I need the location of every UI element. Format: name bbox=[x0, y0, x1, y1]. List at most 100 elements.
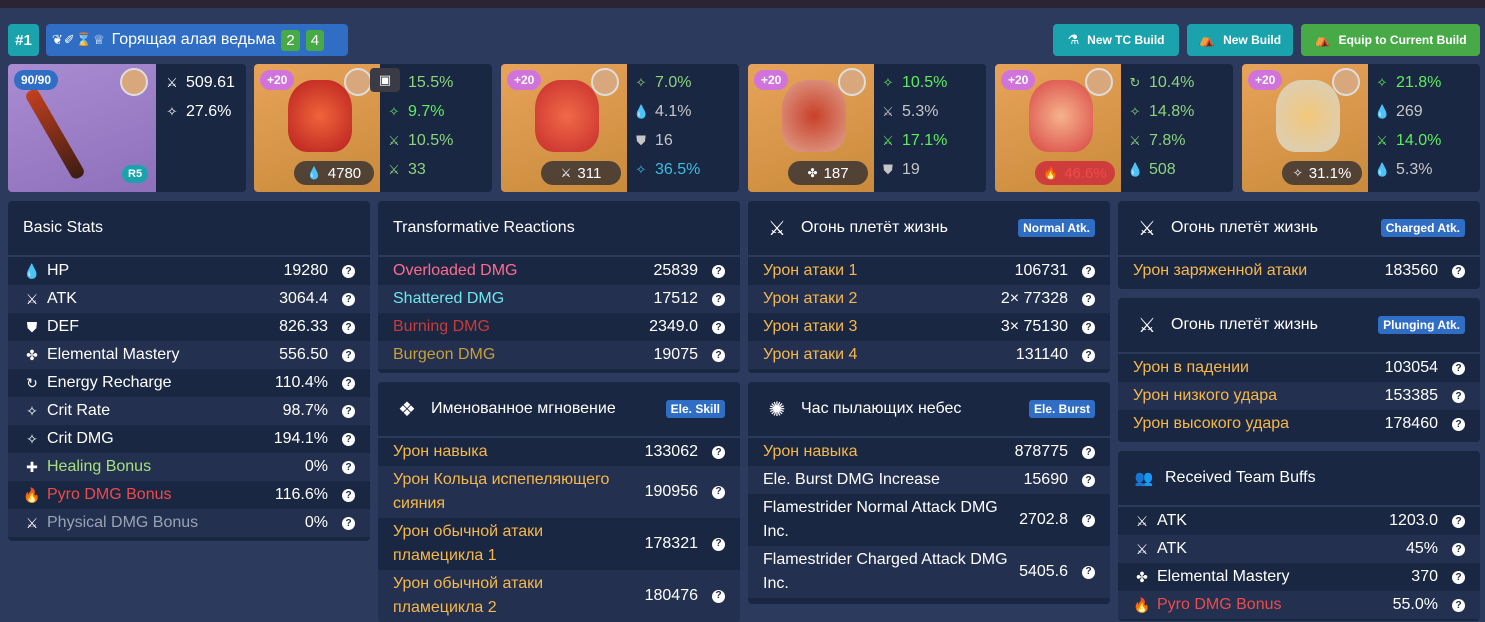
panel-title: Received Team Buffs bbox=[1165, 469, 1316, 486]
help-icon[interactable]: ? bbox=[712, 445, 725, 459]
stat-icon: ✧ bbox=[1376, 74, 1388, 90]
help-icon[interactable]: ? bbox=[342, 404, 355, 418]
stat-icon: ✚ bbox=[26, 458, 38, 475]
help-icon[interactable]: ? bbox=[1082, 473, 1095, 487]
briefcase-icon[interactable]: ▣ bbox=[370, 68, 400, 92]
help-icon[interactable]: ? bbox=[342, 460, 355, 474]
stat-value: 25839 bbox=[653, 262, 699, 279]
help-icon[interactable]: ? bbox=[712, 537, 725, 551]
help-icon[interactable]: ? bbox=[342, 376, 355, 390]
help-icon[interactable]: ? bbox=[1082, 565, 1095, 579]
panel-title: Огонь плетёт жизнь bbox=[1171, 316, 1318, 333]
artifact-level: +20 bbox=[1248, 70, 1283, 90]
stat-row: ⚔ ATK 45%? bbox=[1118, 535, 1480, 563]
stat-icon: 🔥 bbox=[1133, 596, 1151, 613]
stat-icon: ↻ bbox=[26, 374, 38, 391]
stat-label: HP bbox=[47, 262, 70, 279]
help-icon[interactable]: ? bbox=[1082, 264, 1095, 278]
help-icon[interactable]: ? bbox=[1082, 445, 1095, 459]
stat-value: 190956 bbox=[644, 483, 698, 500]
set-count-2: 2 bbox=[281, 29, 300, 51]
artifact-card[interactable]: +20 🔥 46.6% ↻ 10.4% ✧ 14.8% ⚔ 7.8% 💧 508 bbox=[995, 64, 1233, 192]
stat-label: Flamestrider Charged Attack DMG Inc. bbox=[763, 551, 1008, 592]
help-icon[interactable]: ? bbox=[1082, 348, 1095, 362]
artifact-main-stat: ⚔ 311 bbox=[541, 161, 621, 185]
stat-row: ✤ Elemental Mastery 370? bbox=[1118, 563, 1480, 591]
help-icon[interactable]: ? bbox=[1452, 570, 1465, 584]
artifact-level: +20 bbox=[1001, 70, 1036, 90]
help-icon[interactable]: ? bbox=[342, 432, 355, 446]
help-icon[interactable]: ? bbox=[1452, 417, 1465, 431]
set-count-4: 4 bbox=[305, 29, 325, 51]
character-avatar bbox=[120, 68, 148, 96]
stat-value: 131140 bbox=[1015, 346, 1068, 363]
plunging-attack-badge: Plunging Atk. bbox=[1378, 316, 1465, 334]
help-icon[interactable]: ? bbox=[1452, 389, 1465, 403]
help-icon[interactable]: ? bbox=[342, 348, 355, 362]
stat-label: Crit DMG bbox=[47, 430, 114, 447]
help-icon[interactable]: ? bbox=[712, 264, 725, 278]
stat-value: 5405.6 bbox=[1019, 563, 1068, 580]
help-icon[interactable]: ? bbox=[342, 488, 355, 502]
stat-value: 194.1% bbox=[273, 430, 328, 447]
stat-icon: ✧ bbox=[635, 161, 647, 177]
artifact-card[interactable]: +20💧4780✧15.5%✧9.7%⚔10.5%⚔33▣ bbox=[254, 64, 492, 192]
basic-stats-panel: Basic Stats 💧 HP 19280? ⚔ ATK 3064.4? ⛊ DEF 826.… bbox=[8, 201, 370, 541]
stat-value: 3064.4 bbox=[279, 290, 328, 307]
charged-attack-panel: ⚔ Огонь плетёт жизнь Charged Atk. Урон з… bbox=[1118, 201, 1480, 289]
help-icon[interactable]: ? bbox=[1452, 514, 1465, 528]
team-icon: 👥 bbox=[1134, 470, 1154, 487]
stat-value: 106731 bbox=[1014, 262, 1068, 279]
help-icon[interactable]: ? bbox=[342, 264, 355, 278]
help-icon[interactable]: ? bbox=[712, 589, 725, 603]
new-build-button[interactable]: ⛺ New Build bbox=[1187, 24, 1293, 56]
sword-icon: ⚔ bbox=[166, 74, 178, 90]
stat-value: 133062 bbox=[644, 443, 698, 460]
stat-icon: ⚔ bbox=[1135, 540, 1149, 557]
help-icon[interactable]: ? bbox=[712, 485, 725, 499]
weapon-card[interactable]: 90/90 R5 ⚔ 509.61 ✧ 27.6% bbox=[8, 64, 246, 192]
artifact-main-stat: 🔥 46.6% bbox=[1035, 161, 1115, 185]
artifact-card[interactable]: +20 ✤ 187 ✧ 10.5% ⚔ 5.3% ⚔ 17.1% ⛊ 19 bbox=[748, 64, 986, 192]
help-icon[interactable]: ? bbox=[1082, 513, 1095, 527]
equip-current-build-button[interactable]: ⛺ Equip to Current Build bbox=[1301, 24, 1480, 56]
help-icon[interactable]: ? bbox=[342, 320, 355, 334]
stat-icon: 🔥 bbox=[23, 486, 41, 503]
stat-icon: ⛊ bbox=[636, 132, 646, 148]
help-icon[interactable]: ? bbox=[342, 292, 355, 306]
stat-icon: ✧ bbox=[635, 74, 647, 90]
help-icon[interactable]: ? bbox=[1452, 542, 1465, 556]
plunging-attack-icon: ⚔ bbox=[1138, 314, 1156, 337]
panel-header: ✺ Час пылающих небес Ele. Burst bbox=[748, 382, 1110, 438]
weapon-icon bbox=[23, 87, 87, 181]
artifact-substat: ↻ 10.4% bbox=[1127, 68, 1195, 97]
help-icon[interactable]: ? bbox=[1452, 264, 1465, 278]
stat-value: 178460 bbox=[1384, 415, 1438, 432]
help-icon[interactable]: ? bbox=[1452, 598, 1465, 612]
help-icon[interactable]: ? bbox=[1082, 292, 1095, 306]
stat-row: 💧 HP 19280? bbox=[8, 257, 370, 285]
help-icon[interactable]: ? bbox=[1452, 361, 1465, 375]
burst-icon: ✺ bbox=[768, 398, 786, 421]
stat-label: Урон навыка bbox=[393, 443, 488, 460]
artifact-substat: ⚔ 14.0% bbox=[1374, 126, 1441, 155]
help-icon[interactable]: ? bbox=[712, 348, 725, 362]
artifact-card[interactable]: +20 ⚔ 311 ✧ 7.0% 💧 4.1% ⛊ 16 ✧ 36.5% bbox=[501, 64, 739, 192]
stat-icon: 💧 bbox=[1374, 103, 1391, 119]
stat-label: Energy Recharge bbox=[47, 374, 172, 391]
stat-icon: ✤ bbox=[26, 346, 38, 363]
new-tc-build-button[interactable]: ⚗ New TC Build bbox=[1053, 24, 1179, 56]
stat-value: 98.7% bbox=[282, 402, 328, 419]
stat-row: ⚔ ATK 3064.4? bbox=[8, 285, 370, 313]
help-icon[interactable]: ? bbox=[712, 320, 725, 334]
artifact-card[interactable]: +20 ✧ 31.1% ✧ 21.8% 💧 269 ⚔ 14.0% 💧 5.3% bbox=[1242, 64, 1480, 192]
equip-icon: ⛺ bbox=[1314, 32, 1331, 47]
stat-row: Урон атаки 2 2× 77328? bbox=[748, 285, 1110, 313]
help-icon[interactable]: ? bbox=[1082, 320, 1095, 334]
stat-row: ✧ Crit Rate 98.7%? bbox=[8, 397, 370, 425]
help-icon[interactable]: ? bbox=[342, 516, 355, 530]
artifact-substat: ⚔ 10.5% bbox=[386, 126, 453, 155]
artifact-set-badge: ❦✐⌛♕ Горящая алая ведьма 2 4 bbox=[46, 24, 348, 56]
stat-label: Урон атаки 2 bbox=[763, 290, 858, 307]
help-icon[interactable]: ? bbox=[712, 292, 725, 306]
